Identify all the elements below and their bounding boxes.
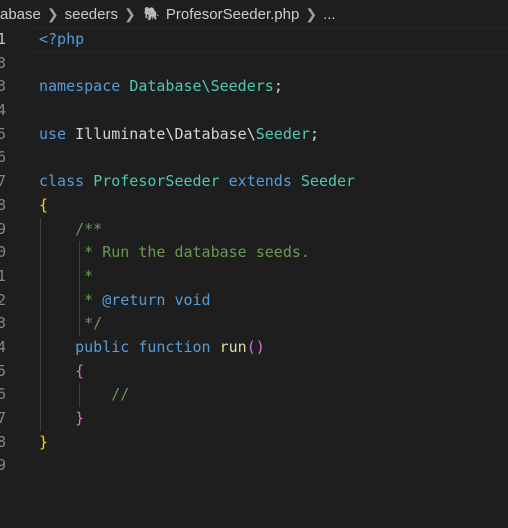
class-reference: Seeder	[255, 124, 310, 143]
doc-tag-return: @return	[102, 290, 166, 309]
doc-comment-text: * Run the database seeds.	[84, 243, 310, 262]
line-number: 0	[0, 243, 6, 262]
function-name: run	[219, 337, 247, 356]
keyword-extends: extends	[228, 172, 292, 191]
code-line: * @return void	[39, 288, 508, 313]
open-brace: {	[75, 361, 85, 380]
line-number: 8	[0, 195, 6, 214]
code-line: public function run()	[39, 335, 508, 360]
keyword-namespace: namespace	[39, 77, 121, 96]
line-number: 3	[0, 53, 6, 72]
code-line: use Illuminate\Database\Seeder;	[39, 123, 508, 147]
line-number: 5	[0, 361, 6, 380]
line-number: 6	[0, 148, 6, 167]
line-number: 5	[0, 124, 6, 143]
indent-guide	[79, 264, 80, 289]
indent-guide	[40, 312, 41, 336]
line-number: 4	[0, 101, 6, 120]
indent-guide	[40, 241, 41, 265]
namespace-name: Database\Seeders	[129, 77, 274, 96]
code-line: */	[39, 312, 508, 336]
line-number: 1	[0, 266, 6, 285]
indent-guide	[40, 359, 41, 384]
code-line: namespace Database\Seeders;	[39, 75, 508, 99]
code-line: //	[39, 383, 508, 407]
semicolon: ;	[309, 124, 319, 143]
breadcrumb-item-symbols[interactable]: ...	[323, 6, 336, 23]
namespace-path: Illuminate\Database\	[75, 124, 256, 143]
doc-comment-close: */	[84, 314, 103, 333]
php-open-tag: <?php	[39, 30, 85, 48]
doc-comment-star: *	[84, 266, 94, 285]
indent-guide	[79, 241, 80, 265]
doc-comment-open: /**	[75, 219, 103, 238]
semicolon: ;	[273, 77, 283, 96]
close-brace: }	[75, 409, 85, 427]
parens: ()	[246, 337, 265, 356]
code-line: class ProfesorSeeder extends Seeder	[39, 170, 508, 194]
indent-guide	[40, 383, 41, 407]
class-name: ProfesorSeeder	[93, 172, 220, 191]
php-file-icon: 🐘	[143, 6, 160, 21]
code-line: }	[39, 431, 508, 455]
breadcrumb-item-seeders[interactable]: seeders	[65, 6, 118, 23]
chevron-right-icon: ❯	[305, 5, 318, 22]
code-line: * Run the database seeds.	[39, 241, 508, 265]
keyword-function: function	[138, 337, 211, 356]
line-number: 8	[0, 432, 6, 451]
line-number: 7	[0, 172, 6, 191]
indent-guide	[40, 335, 41, 360]
keyword-class: class	[39, 172, 85, 191]
indent-guide	[40, 264, 41, 289]
line-number: 9	[0, 456, 6, 475]
code-line: }	[39, 407, 508, 431]
line-number: 3	[0, 77, 6, 96]
indent-guide	[79, 383, 80, 407]
breadcrumb-item-file[interactable]: ProfesorSeeder.php	[166, 6, 299, 23]
chevron-right-icon: ❯	[123, 5, 136, 22]
breadcrumb-item-database[interactable]: abase	[0, 6, 41, 23]
keyword-use: use	[39, 124, 67, 143]
code-line: {	[39, 194, 508, 218]
code-content[interactable]: <?php namespace Database\Seeders; use Il…	[39, 28, 508, 478]
line-number: 9	[0, 219, 6, 238]
parent-class: Seeder	[300, 172, 356, 191]
line-number: 2	[0, 290, 6, 309]
code-line: /**	[39, 217, 508, 242]
open-brace: {	[39, 195, 49, 214]
line-comment: //	[111, 385, 130, 404]
indent-guide	[79, 288, 80, 313]
indent-guide	[79, 312, 80, 336]
line-number-gutter: 1 3 3 4 5 6 7 8 9 0 1 2 3 4 5 6 7 8 9	[0, 28, 30, 478]
line-number: 3	[0, 314, 6, 333]
indent-guide	[40, 407, 41, 431]
code-line: {	[39, 359, 508, 384]
doc-return-type: void	[174, 290, 211, 309]
code-line: *	[39, 264, 508, 289]
doc-comment-star: *	[84, 290, 103, 309]
line-number: 1	[0, 30, 6, 48]
line-number: 7	[0, 409, 6, 427]
close-brace: }	[39, 432, 49, 451]
line-number: 4	[0, 337, 6, 356]
line-number: 6	[0, 385, 6, 404]
indent-guide	[40, 217, 41, 242]
keyword-public: public	[75, 337, 130, 356]
breadcrumb: abase ❯ seeders ❯ 🐘 ProfesorSeeder.php ❯…	[0, 0, 508, 28]
indent-guide	[40, 288, 41, 313]
code-line: <?php	[39, 28, 508, 52]
chevron-right-icon: ❯	[46, 5, 59, 22]
code-editor[interactable]: 1 3 3 4 5 6 7 8 9 0 1 2 3 4 5 6 7 8 9 <?…	[0, 28, 508, 528]
